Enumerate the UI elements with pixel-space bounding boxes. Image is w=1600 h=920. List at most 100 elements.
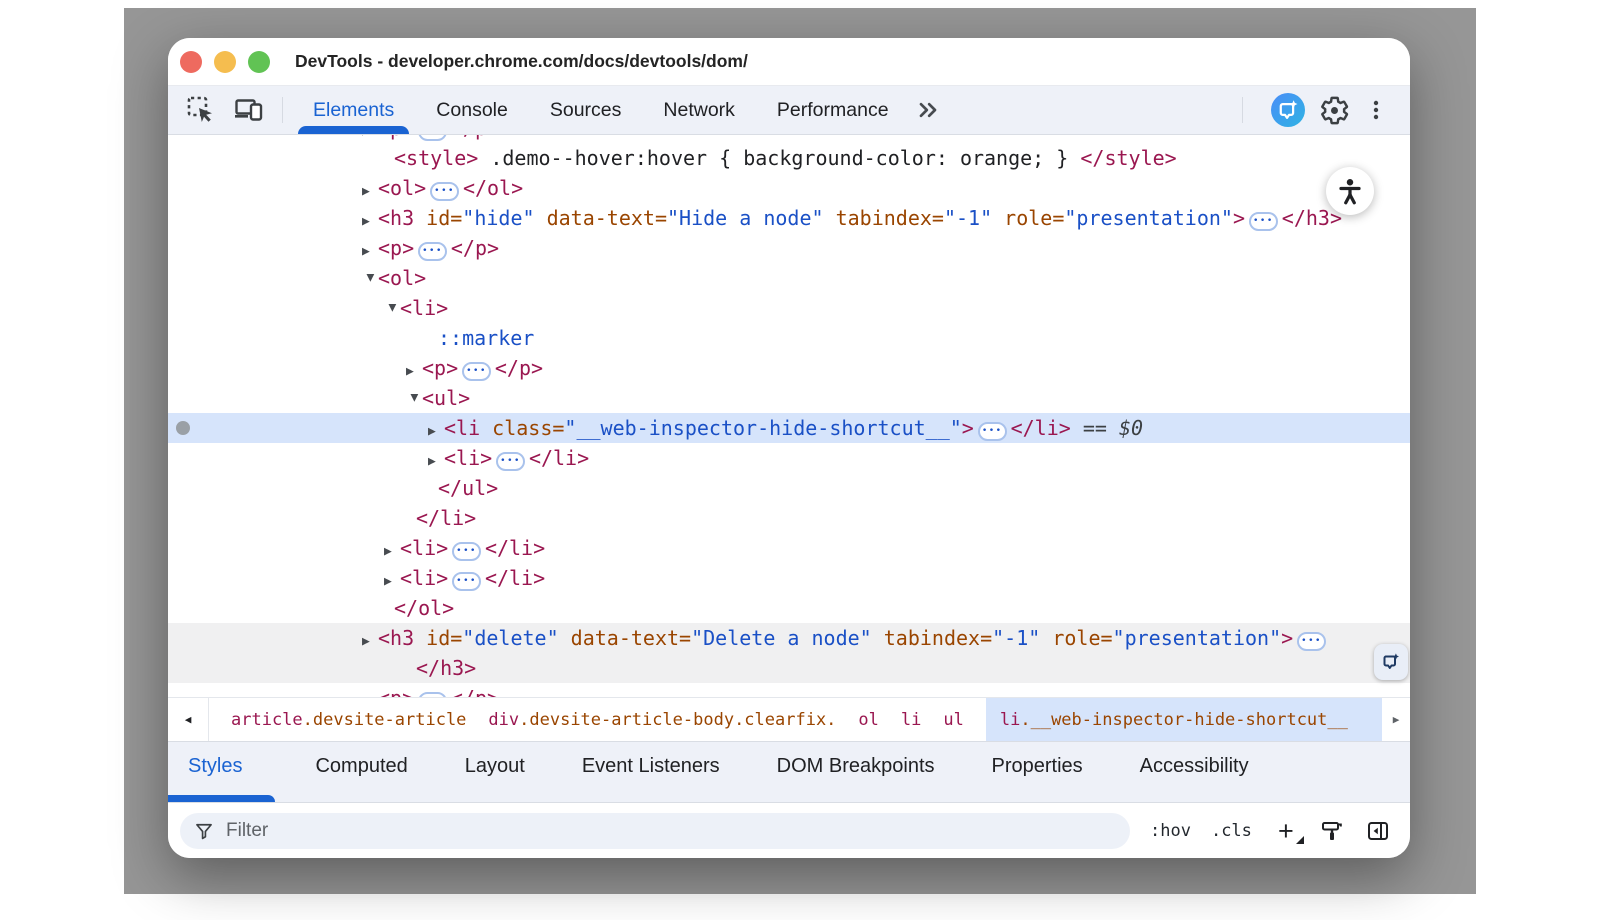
tab-sources[interactable]: Sources	[529, 86, 643, 134]
inspect-element-icon[interactable]	[186, 95, 216, 125]
code-token-pseudo: ::marker	[438, 326, 534, 350]
element-bubble-sparkle-icon[interactable]	[1374, 644, 1408, 680]
dom-tree-row[interactable]: ▶<p>•••</p>	[168, 233, 1410, 263]
close-button[interactable]	[180, 51, 202, 73]
device-toolbar-icon[interactable]	[234, 95, 264, 125]
tab-console[interactable]: Console	[415, 86, 529, 134]
filter-field[interactable]	[180, 813, 1130, 849]
dom-tree-row[interactable]: ▶<li>•••</li>	[168, 563, 1410, 593]
accessibility-person-icon[interactable]	[1326, 167, 1374, 215]
crumb-class: .__web-inspector-hide-shortcut__	[1020, 710, 1348, 730]
dom-tree-row[interactable]: </li>	[168, 503, 1410, 533]
settings-gear-icon[interactable]	[1319, 95, 1350, 126]
devtools-toolbar: ElementsConsoleSourcesNetworkPerformance	[168, 85, 1410, 135]
ellipsis-expand-button[interactable]: •••	[462, 362, 491, 381]
ellipsis-expand-button[interactable]: •••	[978, 422, 1007, 441]
dom-tree-row[interactable]: ▶<h3 id="hide" data-text="Hide a node" t…	[168, 203, 1410, 233]
minimize-button[interactable]	[214, 51, 236, 73]
tab-performance[interactable]: Performance	[756, 86, 910, 134]
dom-tree-row[interactable]: ▶<li>	[168, 293, 1410, 323]
code-token-attr: id=	[414, 206, 462, 230]
code-token-tag: <li>	[400, 296, 448, 320]
breadcrumb-item-div-devsite-article-body-clearfix[interactable]: div.devsite-article-body.clearfix.	[488, 698, 836, 741]
expanded-arrow-icon[interactable]: ▶	[377, 304, 407, 320]
dom-tree-row[interactable]: ▶<p>•••</p>	[168, 353, 1410, 383]
more-tabs-icon[interactable]	[914, 96, 942, 124]
breadcrumb-item-li[interactable]: li	[901, 698, 921, 741]
tab-properties[interactable]: Properties	[972, 742, 1103, 790]
dom-tree-row[interactable]: ▶<ol>•••</ol>	[168, 173, 1410, 203]
breadcrumb-scroll-right-icon[interactable]: ▶	[1382, 698, 1410, 741]
collapsed-arrow-icon[interactable]: ▶	[362, 687, 378, 697]
element-classes-toggle[interactable]: .cls	[1211, 821, 1252, 841]
code-token-tag: <p>	[378, 686, 414, 697]
code-token-val: "presentation"	[1064, 206, 1233, 230]
pseudo-state-toggle[interactable]: :hov	[1150, 821, 1191, 841]
code-token-eq: ==	[1071, 416, 1119, 440]
code-token-tag: >	[1233, 206, 1245, 230]
code-token-tag: </p>	[495, 356, 543, 380]
dom-tree-row[interactable]: ▶<ol>	[168, 263, 1410, 293]
expanded-arrow-icon[interactable]: ▶	[399, 394, 429, 410]
crumb-tag: li	[901, 710, 921, 730]
tab-network[interactable]: Network	[642, 86, 756, 134]
breadcrumb-item-ol[interactable]: ol	[858, 698, 878, 741]
code-token-val: "__web-inspector-hide-shortcut__"	[564, 416, 961, 440]
toolbar-divider	[282, 97, 283, 123]
code-token-tag: <p>	[378, 135, 414, 140]
code-token-tag: </ol>	[394, 596, 454, 620]
dom-tree-row[interactable]: </h3>	[168, 653, 1410, 683]
dock-sidebar-toggle-icon[interactable]	[1366, 819, 1390, 843]
dom-tree-row[interactable]: ▶<li class="__web-inspector-hide-shortcu…	[168, 413, 1410, 443]
ellipsis-expand-button[interactable]: •••	[418, 242, 447, 261]
dom-tree-row[interactable]: ::marker	[168, 323, 1410, 353]
dom-tree-row[interactable]: <style> .demo--hover:hover { background-…	[168, 143, 1410, 173]
maximize-button[interactable]	[248, 51, 270, 73]
code-token-attr: role=	[1040, 626, 1112, 650]
breadcrumb-item-li-web-inspector-hide-shortcut[interactable]: li.__web-inspector-hide-shortcut__	[986, 698, 1382, 741]
dom-tree-row[interactable]: ▶<li>•••</li>	[168, 443, 1410, 473]
tab-accessibility[interactable]: Accessibility	[1120, 742, 1269, 790]
code-token-txt: .demo--hover:hover { background-color: o…	[478, 146, 1080, 170]
ellipsis-expand-button[interactable]: •••	[452, 542, 481, 561]
panel-tab-strip: ElementsConsoleSourcesNetworkPerformance	[292, 86, 910, 134]
ellipsis-expand-button[interactable]: •••	[452, 572, 481, 591]
filter-input[interactable]	[224, 819, 1116, 843]
kebab-menu-icon[interactable]	[1364, 96, 1388, 124]
dom-tree-row[interactable]: </ol>	[168, 593, 1410, 623]
dom-tree-row-partial[interactable]: ▶<p>•••</p>	[168, 135, 1410, 143]
dom-tree-row[interactable]: ▶<li>•••</li>	[168, 533, 1410, 563]
dom-tree-row[interactable]: ▶<h3 id="delete" data-text="Delete a nod…	[168, 623, 1410, 653]
code-token-attr: tabindex=	[824, 206, 944, 230]
rendering-paint-roller-icon[interactable]	[1320, 819, 1344, 843]
tab-styles[interactable]: Styles	[168, 742, 275, 790]
dom-tree-row-partial[interactable]: ▶<p>•••</p>	[168, 683, 1410, 697]
tab-dom-breakpoints[interactable]: DOM Breakpoints	[757, 742, 955, 790]
code-token-tag: <li>	[400, 536, 448, 560]
expanded-arrow-icon[interactable]: ▶	[355, 274, 385, 290]
breadcrumb-item-ul[interactable]: ul	[943, 698, 963, 741]
crumb-tag: ol	[858, 710, 878, 730]
code-token-val: "presentation"	[1113, 626, 1282, 650]
ellipsis-expand-button[interactable]: •••	[418, 135, 447, 141]
breadcrumb-scroll-left-icon[interactable]: ◀	[168, 698, 209, 741]
code-token-tag: <p>	[422, 356, 458, 380]
breadcrumb-item-article-devsite-article[interactable]: article.devsite-article	[231, 698, 466, 741]
new-style-rule-button[interactable]: +	[1274, 821, 1298, 841]
tab-layout[interactable]: Layout	[445, 742, 545, 790]
ellipsis-expand-button[interactable]: •••	[496, 452, 525, 471]
tab-elements[interactable]: Elements	[292, 86, 415, 134]
ellipsis-expand-button[interactable]: •••	[1249, 212, 1278, 231]
tab-computed[interactable]: Computed	[295, 742, 427, 790]
ellipsis-expand-button[interactable]: •••	[430, 182, 459, 201]
code-token-tag: <p>	[378, 236, 414, 260]
code-token-tag: </p>	[451, 236, 499, 260]
devtools-window: DevTools - developer.chrome.com/docs/dev…	[168, 38, 1410, 858]
code-token-tag: <ol>	[378, 176, 426, 200]
code-token-tag: <style>	[394, 146, 478, 170]
ai-assistant-icon[interactable]	[1271, 93, 1305, 127]
dom-tree-row[interactable]: ▶<ul>	[168, 383, 1410, 413]
ellipsis-expand-button[interactable]: •••	[1297, 632, 1326, 651]
dom-tree-row[interactable]: </ul>	[168, 473, 1410, 503]
tab-event-listeners[interactable]: Event Listeners	[562, 742, 740, 790]
